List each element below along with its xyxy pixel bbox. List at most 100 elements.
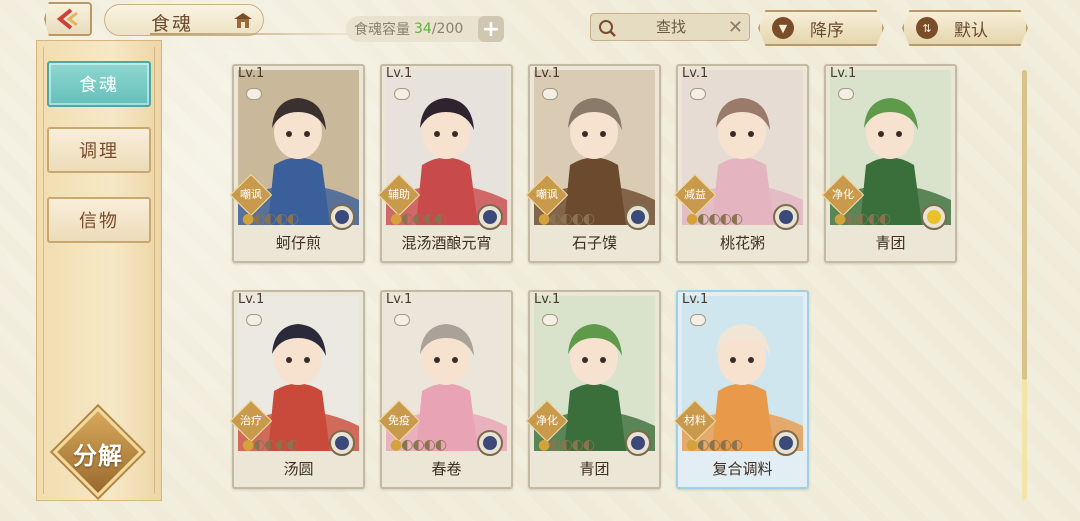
lock-icon[interactable]	[246, 88, 262, 100]
role-label: 辅助	[388, 188, 410, 201]
search-icon	[599, 20, 616, 37]
card-level: Lv.1	[830, 66, 857, 81]
star-rating: ●◐◐◐◐	[538, 437, 595, 453]
lock-icon[interactable]	[690, 88, 706, 100]
sort-down-icon: ▼	[772, 17, 794, 39]
element-icon	[921, 204, 947, 230]
card-level: Lv.1	[682, 292, 709, 307]
lock-icon[interactable]	[394, 314, 410, 326]
sidebar-item-label: 食魂	[79, 75, 119, 96]
card-name: 青团	[875, 234, 906, 252]
back-button[interactable]	[44, 2, 92, 36]
search-box: ✕	[590, 13, 750, 41]
capacity-max: /200	[431, 21, 464, 37]
capacity-current: 34	[414, 21, 432, 37]
sort-swap-icon: ⇅	[916, 17, 938, 39]
clear-search-icon[interactable]: ✕	[728, 17, 743, 38]
card-level: Lv.1	[238, 292, 265, 307]
star-rating: ●◐◐◐◐	[686, 437, 743, 453]
role-label: 材料	[684, 414, 706, 427]
element-flower-icon	[631, 436, 645, 450]
scrollbar-thumb[interactable]	[1022, 70, 1027, 380]
sidebar-item-tokens[interactable]: 信物	[47, 197, 151, 243]
element-icon	[625, 430, 651, 456]
role-label: 治疗	[240, 414, 262, 427]
sort-order-label: 降序	[810, 20, 844, 41]
food-soul-card[interactable]: Lv.1 治疗 ●◐◐◐◐ 汤圆	[229, 290, 365, 489]
element-icon	[329, 430, 355, 456]
card-name: 石子馍	[571, 234, 617, 252]
element-flower-icon	[335, 210, 349, 224]
role-label: 免疫	[388, 414, 410, 427]
sidebar-item-food-soul[interactable]: 食魂	[47, 61, 151, 107]
lock-icon[interactable]	[394, 88, 410, 100]
lock-icon[interactable]	[838, 88, 854, 100]
card-name: 春卷	[431, 460, 462, 478]
capacity-label: 食魂容量	[354, 22, 410, 38]
card-level: Lv.1	[534, 66, 561, 81]
card-name: 蚵仔煎	[275, 234, 321, 252]
role-label: 减益	[684, 188, 706, 201]
sort-order-button[interactable]: ▼ 降序	[758, 10, 884, 46]
card-name: 混汤酒酿元宵	[401, 234, 492, 252]
element-icon	[477, 204, 503, 230]
card-level: Lv.1	[238, 66, 265, 81]
role-label: 嘲讽	[240, 188, 262, 201]
lock-icon[interactable]	[542, 314, 558, 326]
star-rating: ●◐◐◐◐	[242, 211, 299, 227]
decompose-label[interactable]: 分解	[58, 436, 138, 472]
sort-mode-button[interactable]: ⇅ 默认	[902, 10, 1028, 46]
food-soul-card[interactable]: Lv.1 嘲讽 ●◐◐◐◐ 蚵仔煎	[229, 64, 365, 263]
element-flower-icon	[779, 436, 793, 450]
lock-icon[interactable]	[690, 314, 706, 326]
sort-mode-label: 默认	[954, 20, 988, 41]
sidebar-item-conditioning[interactable]: 调理	[47, 127, 151, 173]
food-soul-card[interactable]: Lv.1 辅助 ●◐◐◐◐ 混汤酒酿元宵	[377, 64, 513, 263]
food-soul-card[interactable]: Lv.1 嘲讽 ●◐◐◐◐ 石子馍	[525, 64, 661, 263]
element-flower-icon	[927, 210, 941, 224]
card-level: Lv.1	[534, 292, 561, 307]
food-soul-card[interactable]: Lv.1 减益 ●◐◐◐◐ 桃花粥	[673, 64, 809, 263]
top-bar: 食魂 食魂容量 34 /200 + ✕ ▼ 降序 ⇅ 默认	[0, 0, 1080, 56]
star-rating: ●◐◐◐◐	[390, 211, 447, 227]
element-icon	[625, 204, 651, 230]
food-soul-card[interactable]: Lv.1 免疫 ●◐◐◐◐ 春卷	[377, 290, 513, 489]
card-name: 复合调料	[712, 460, 773, 478]
page-title: 食魂	[151, 13, 194, 35]
lock-icon[interactable]	[542, 88, 558, 100]
star-rating: ●◐◐◐◐	[390, 437, 447, 453]
role-label: 嘲讽	[536, 188, 558, 201]
back-arrow-icon	[56, 8, 78, 30]
element-icon	[773, 204, 799, 230]
card-level: Lv.1	[386, 66, 413, 81]
element-icon	[329, 204, 355, 230]
card-level: Lv.1	[682, 66, 709, 81]
home-icon[interactable]	[233, 11, 253, 29]
food-soul-card[interactable]: Lv.1 材料 ●◐◐◐◐ 复合调料	[673, 290, 809, 489]
star-rating: ●◐◐◐◐	[242, 437, 299, 453]
role-label: 净化	[832, 188, 854, 201]
card-name: 汤圆	[283, 460, 314, 478]
sidebar-item-label: 信物	[79, 211, 119, 232]
sidebar-item-label: 调理	[79, 141, 119, 162]
card-level: Lv.1	[386, 292, 413, 307]
expand-capacity-button[interactable]: +	[478, 16, 504, 42]
title-divider	[150, 33, 380, 35]
element-flower-icon	[779, 210, 793, 224]
star-rating: ●◐◐◐◐	[686, 211, 743, 227]
element-flower-icon	[483, 210, 497, 224]
card-name: 青团	[579, 460, 610, 478]
element-icon	[477, 430, 503, 456]
element-icon	[773, 430, 799, 456]
element-flower-icon	[631, 210, 645, 224]
card-name: 桃花粥	[719, 234, 765, 252]
element-flower-icon	[335, 436, 349, 450]
food-soul-card[interactable]: Lv.1 净化 ●◐◐◐◐ 青团	[821, 64, 957, 263]
role-label: 净化	[536, 414, 558, 427]
star-rating: ●◐◐◐◐	[834, 211, 891, 227]
lock-icon[interactable]	[246, 314, 262, 326]
food-soul-card[interactable]: Lv.1 净化 ●◐◐◐◐ 青团	[525, 290, 661, 489]
search-input[interactable]	[621, 16, 721, 38]
title-tab: 食魂	[104, 4, 264, 36]
element-flower-icon	[483, 436, 497, 450]
